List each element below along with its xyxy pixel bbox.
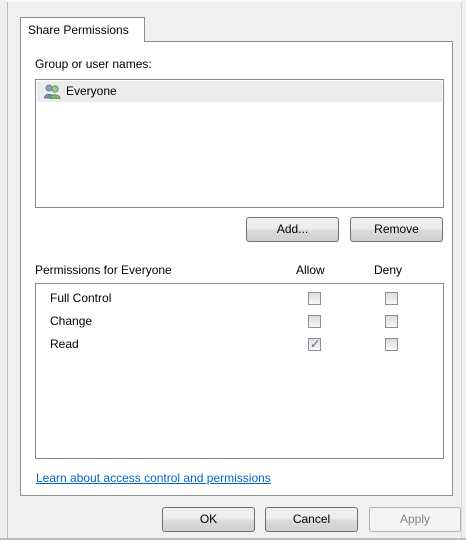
permissions-header: Permissions for Everyone xyxy=(35,263,172,277)
window-top-edge xyxy=(7,0,462,2)
add-button[interactable]: Add... xyxy=(246,217,339,242)
group-label: Group or user names: xyxy=(35,57,152,71)
deny-read-checkbox[interactable] xyxy=(385,338,398,351)
deny-change-checkbox[interactable] xyxy=(385,315,398,328)
window-left-edge xyxy=(0,0,8,540)
access-control-help-link[interactable]: Learn about access control and permissio… xyxy=(36,471,271,485)
window-right-edge xyxy=(461,0,466,540)
allow-change-checkbox[interactable] xyxy=(308,315,321,328)
permission-name-read: Read xyxy=(50,337,79,351)
ok-button[interactable]: OK xyxy=(162,507,255,532)
list-item[interactable]: Everyone xyxy=(37,81,442,102)
deny-column-header: Deny xyxy=(374,263,403,277)
allow-read-checkbox[interactable]: ✓ xyxy=(308,337,321,351)
allow-column-header: Allow xyxy=(296,263,325,277)
apply-button[interactable]: Apply xyxy=(369,507,461,532)
deny-full-control-checkbox[interactable] xyxy=(385,292,398,305)
tab-label: Share Permissions xyxy=(28,23,129,37)
allow-full-control-checkbox[interactable] xyxy=(308,292,321,305)
permissions-list xyxy=(35,283,444,459)
user-list[interactable]: Everyone xyxy=(35,79,444,208)
cancel-button[interactable]: Cancel xyxy=(265,507,358,532)
tab-share-permissions[interactable]: Share Permissions xyxy=(20,17,145,42)
check-mark-icon: ✓ xyxy=(310,337,321,351)
permission-name-full-control: Full Control xyxy=(50,291,112,305)
user-name: Everyone xyxy=(66,84,117,98)
permission-name-change: Change xyxy=(50,314,93,328)
remove-button[interactable]: Remove xyxy=(350,217,443,242)
users-group-icon xyxy=(44,84,62,99)
